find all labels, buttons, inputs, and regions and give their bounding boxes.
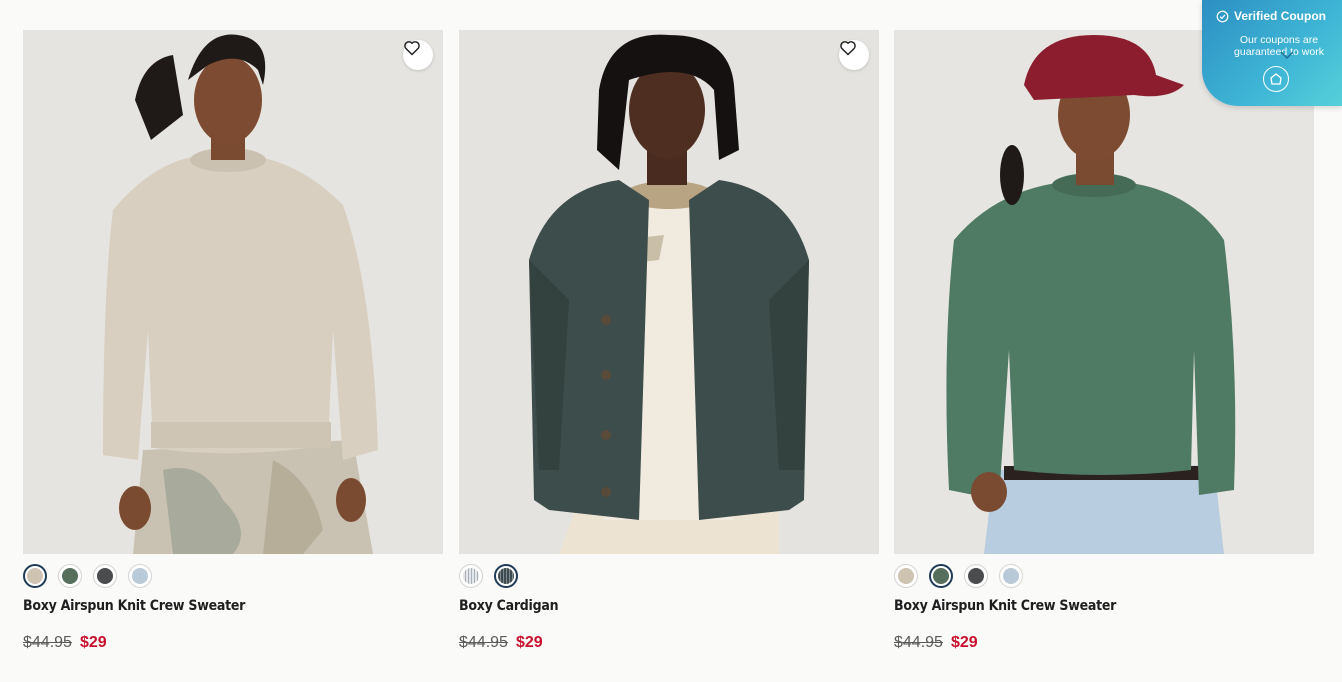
product-card[interactable]: Boxy Cardigan $44.95 $29 (459, 30, 879, 670)
product-card[interactable]: Boxy Airspun Knit Crew Sweater $44.95 $2… (23, 30, 443, 670)
wishlist-button[interactable] (403, 40, 433, 70)
color-swatches (894, 564, 1023, 588)
brand-logo-icon (1263, 66, 1289, 92)
swatch-green[interactable] (58, 564, 82, 588)
sale-price: $29 (950, 634, 978, 651)
swatch-oatmeal[interactable] (894, 564, 918, 588)
coupon-title: Verified Coupon (1216, 9, 1326, 23)
product-card[interactable]: Boxy Airspun Knit Crew Sweater $44.95 $2… (894, 30, 1314, 670)
color-swatches (23, 564, 152, 588)
swatch-light-blue[interactable] (999, 564, 1023, 588)
swatch-charcoal[interactable] (93, 564, 117, 588)
product-name[interactable]: Boxy Airspun Knit Crew Sweater (23, 598, 245, 614)
swatch-green[interactable] (929, 564, 953, 588)
original-price: $44.95 (459, 634, 508, 651)
product-image[interactable] (23, 30, 443, 554)
coupon-title-text: Verified Coupon (1234, 9, 1327, 23)
check-circle-icon (1216, 10, 1229, 22)
swatch-oatmeal[interactable] (23, 564, 47, 588)
product-price: $44.95 $29 (23, 634, 107, 652)
chevron-down-icon[interactable] (1279, 50, 1295, 60)
verified-coupon-widget[interactable]: Verified Coupon Our coupons are guarante… (1202, 0, 1342, 106)
swatch-light-stripe[interactable] (459, 564, 483, 588)
original-price: $44.95 (894, 634, 943, 651)
wishlist-button[interactable] (839, 40, 869, 70)
heart-outline-icon (840, 41, 856, 56)
color-swatches (459, 564, 518, 588)
swatch-light-blue[interactable] (128, 564, 152, 588)
product-name[interactable]: Boxy Airspun Knit Crew Sweater (894, 598, 1116, 614)
product-image[interactable] (459, 30, 879, 554)
product-image[interactable] (894, 30, 1314, 554)
heart-outline-icon (404, 41, 420, 56)
product-name[interactable]: Boxy Cardigan (459, 598, 559, 614)
original-price: $44.95 (23, 634, 72, 651)
swatch-dark-green-stripe[interactable] (494, 564, 518, 588)
product-price: $44.95 $29 (894, 634, 978, 652)
product-price: $44.95 $29 (459, 634, 543, 652)
sale-price: $29 (515, 634, 543, 651)
sale-price: $29 (79, 634, 107, 651)
swatch-charcoal[interactable] (964, 564, 988, 588)
